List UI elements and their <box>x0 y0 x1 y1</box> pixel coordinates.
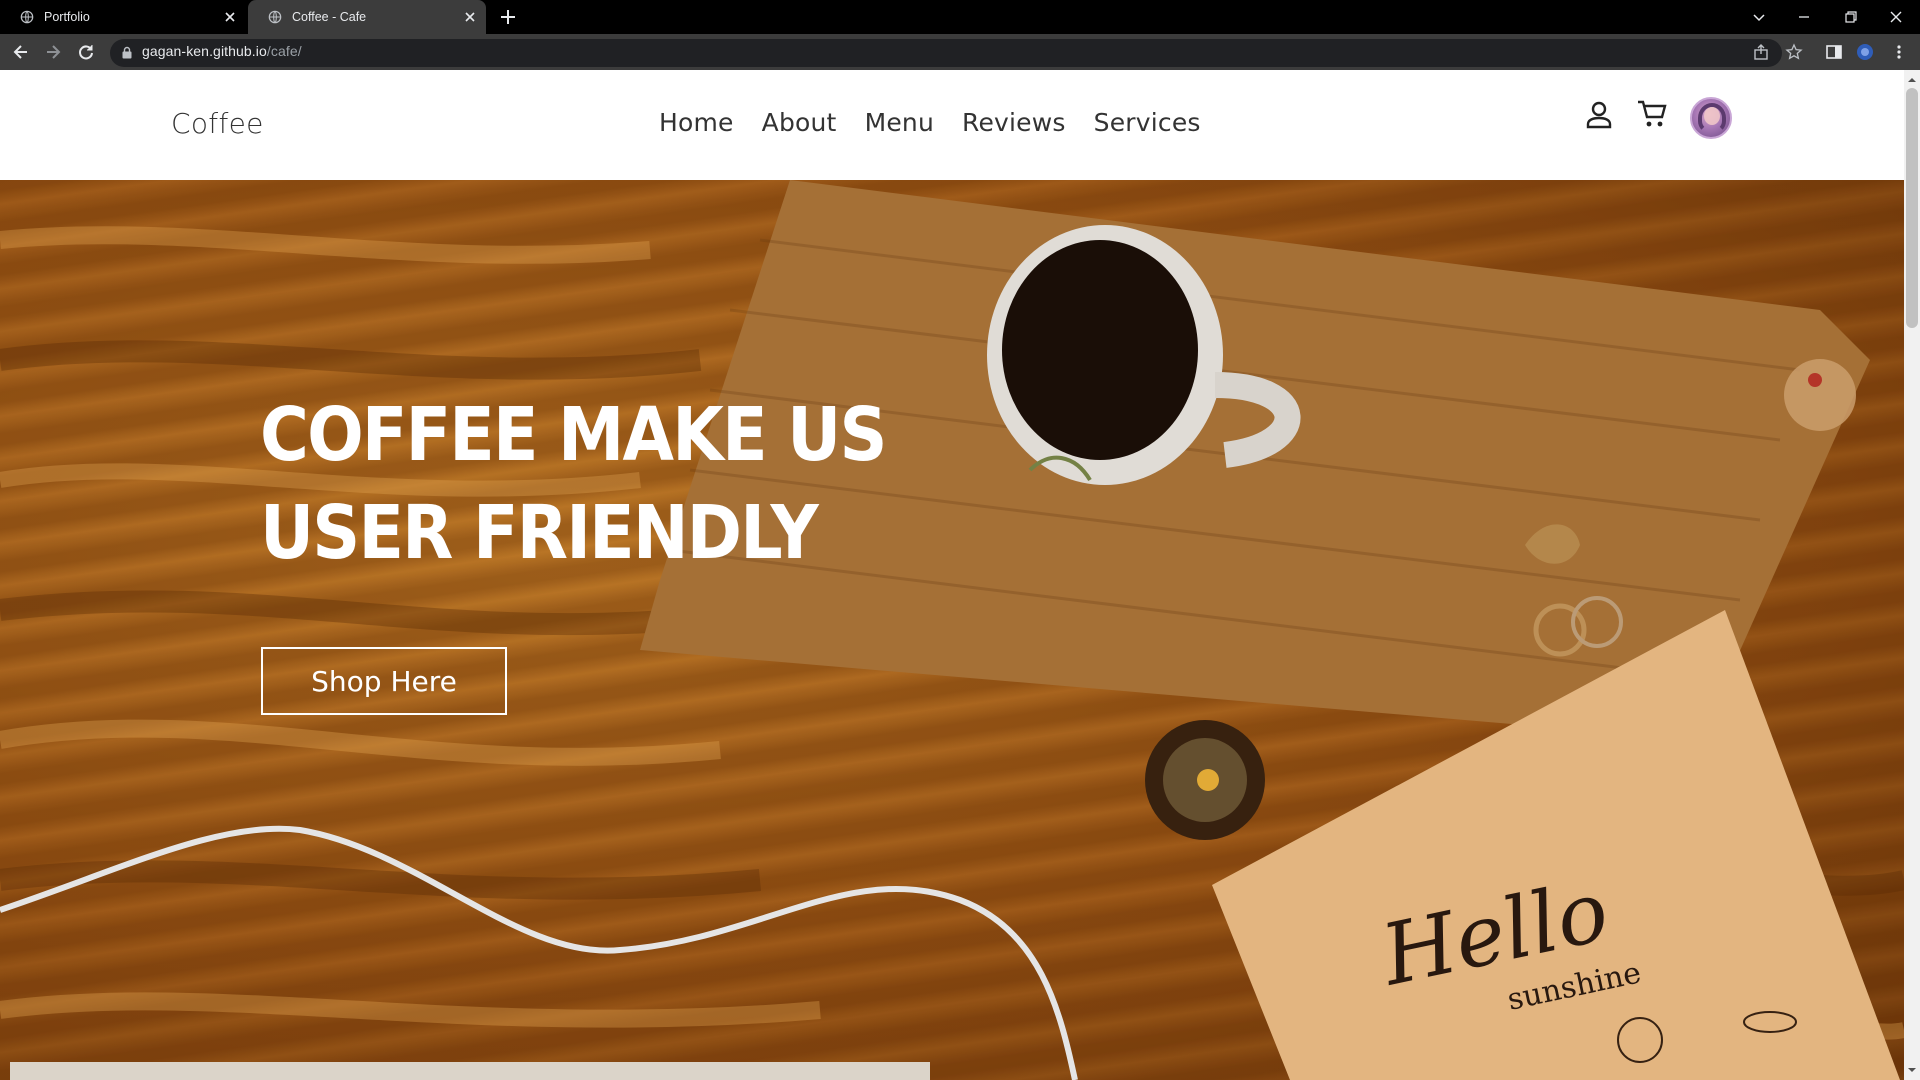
scrollbar-thumb[interactable] <box>1906 88 1918 328</box>
minimize-icon[interactable] <box>1793 6 1815 28</box>
site-header: Coffee Home About Menu Reviews Services <box>0 70 1904 180</box>
avatar[interactable] <box>1690 97 1732 139</box>
shop-here-button[interactable]: Shop Here <box>261 647 507 715</box>
avatar-face <box>1704 107 1720 125</box>
scroll-up-arrow-icon[interactable] <box>1906 74 1918 86</box>
close-window-icon[interactable] <box>1885 6 1907 28</box>
close-tab-icon[interactable] <box>222 9 238 25</box>
nav-menu[interactable]: Menu <box>865 108 934 137</box>
nav-reviews[interactable]: Reviews <box>962 108 1066 137</box>
hero-title-line-2: USER FRIENDLY <box>260 490 819 576</box>
forward-icon[interactable] <box>43 42 63 62</box>
share-icon[interactable] <box>1752 43 1770 61</box>
profile-icon[interactable] <box>1856 43 1874 61</box>
site-logo[interactable]: Coffee <box>171 107 264 140</box>
address-bar[interactable] <box>110 39 1782 67</box>
url-text[interactable]: gagan-ken.github.io/cafe/ <box>142 43 302 59</box>
back-icon[interactable] <box>11 42 31 62</box>
nav-home[interactable]: Home <box>659 108 734 137</box>
tab-portfolio[interactable]: Portfolio <box>0 0 246 34</box>
browser-tabstrip: Portfolio Coffee - Cafe <box>0 0 1920 34</box>
tab-title: Portfolio <box>44 10 90 24</box>
hero-overlay <box>0 180 1904 1080</box>
nav-about[interactable]: About <box>762 108 837 137</box>
reload-icon[interactable] <box>76 42 96 62</box>
tab-coffee-cafe[interactable]: Coffee - Cafe <box>248 0 486 34</box>
side-panel-icon[interactable] <box>1825 43 1843 61</box>
cart-icon[interactable] <box>1636 98 1668 130</box>
scroll-down-arrow-icon[interactable] <box>1906 1064 1918 1076</box>
hero-background-illustration: Hello sunshine <box>0 180 1904 1080</box>
tab-search-icon[interactable] <box>1748 6 1770 28</box>
close-tab-icon[interactable] <box>462 9 478 25</box>
nav-services[interactable]: Services <box>1094 108 1201 137</box>
url-host: gagan-ken.github.io <box>142 43 267 59</box>
page-viewport: Coffee Home About Menu Reviews Services <box>0 70 1904 1080</box>
bookmark-star-icon[interactable] <box>1785 43 1803 61</box>
restore-icon[interactable] <box>1840 6 1862 28</box>
main-nav: Home About Menu Reviews Services <box>659 108 1201 137</box>
hero-title: COFFEE MAKE US USER FRIENDLY <box>260 386 887 582</box>
new-tab-icon[interactable] <box>499 8 517 26</box>
tab-title: Coffee - Cafe <box>292 10 367 24</box>
lock-icon[interactable] <box>121 46 133 59</box>
hero-section: Hello sunshine COFFEE MAKE US USER FRIEN… <box>0 180 1904 1080</box>
url-path: /cafe/ <box>266 43 302 59</box>
hero-title-line-1: COFFEE MAKE US <box>260 392 887 478</box>
globe-icon <box>268 10 282 24</box>
more-menu-icon[interactable] <box>1890 43 1908 61</box>
user-icon[interactable] <box>1584 100 1614 130</box>
globe-icon <box>20 10 34 24</box>
